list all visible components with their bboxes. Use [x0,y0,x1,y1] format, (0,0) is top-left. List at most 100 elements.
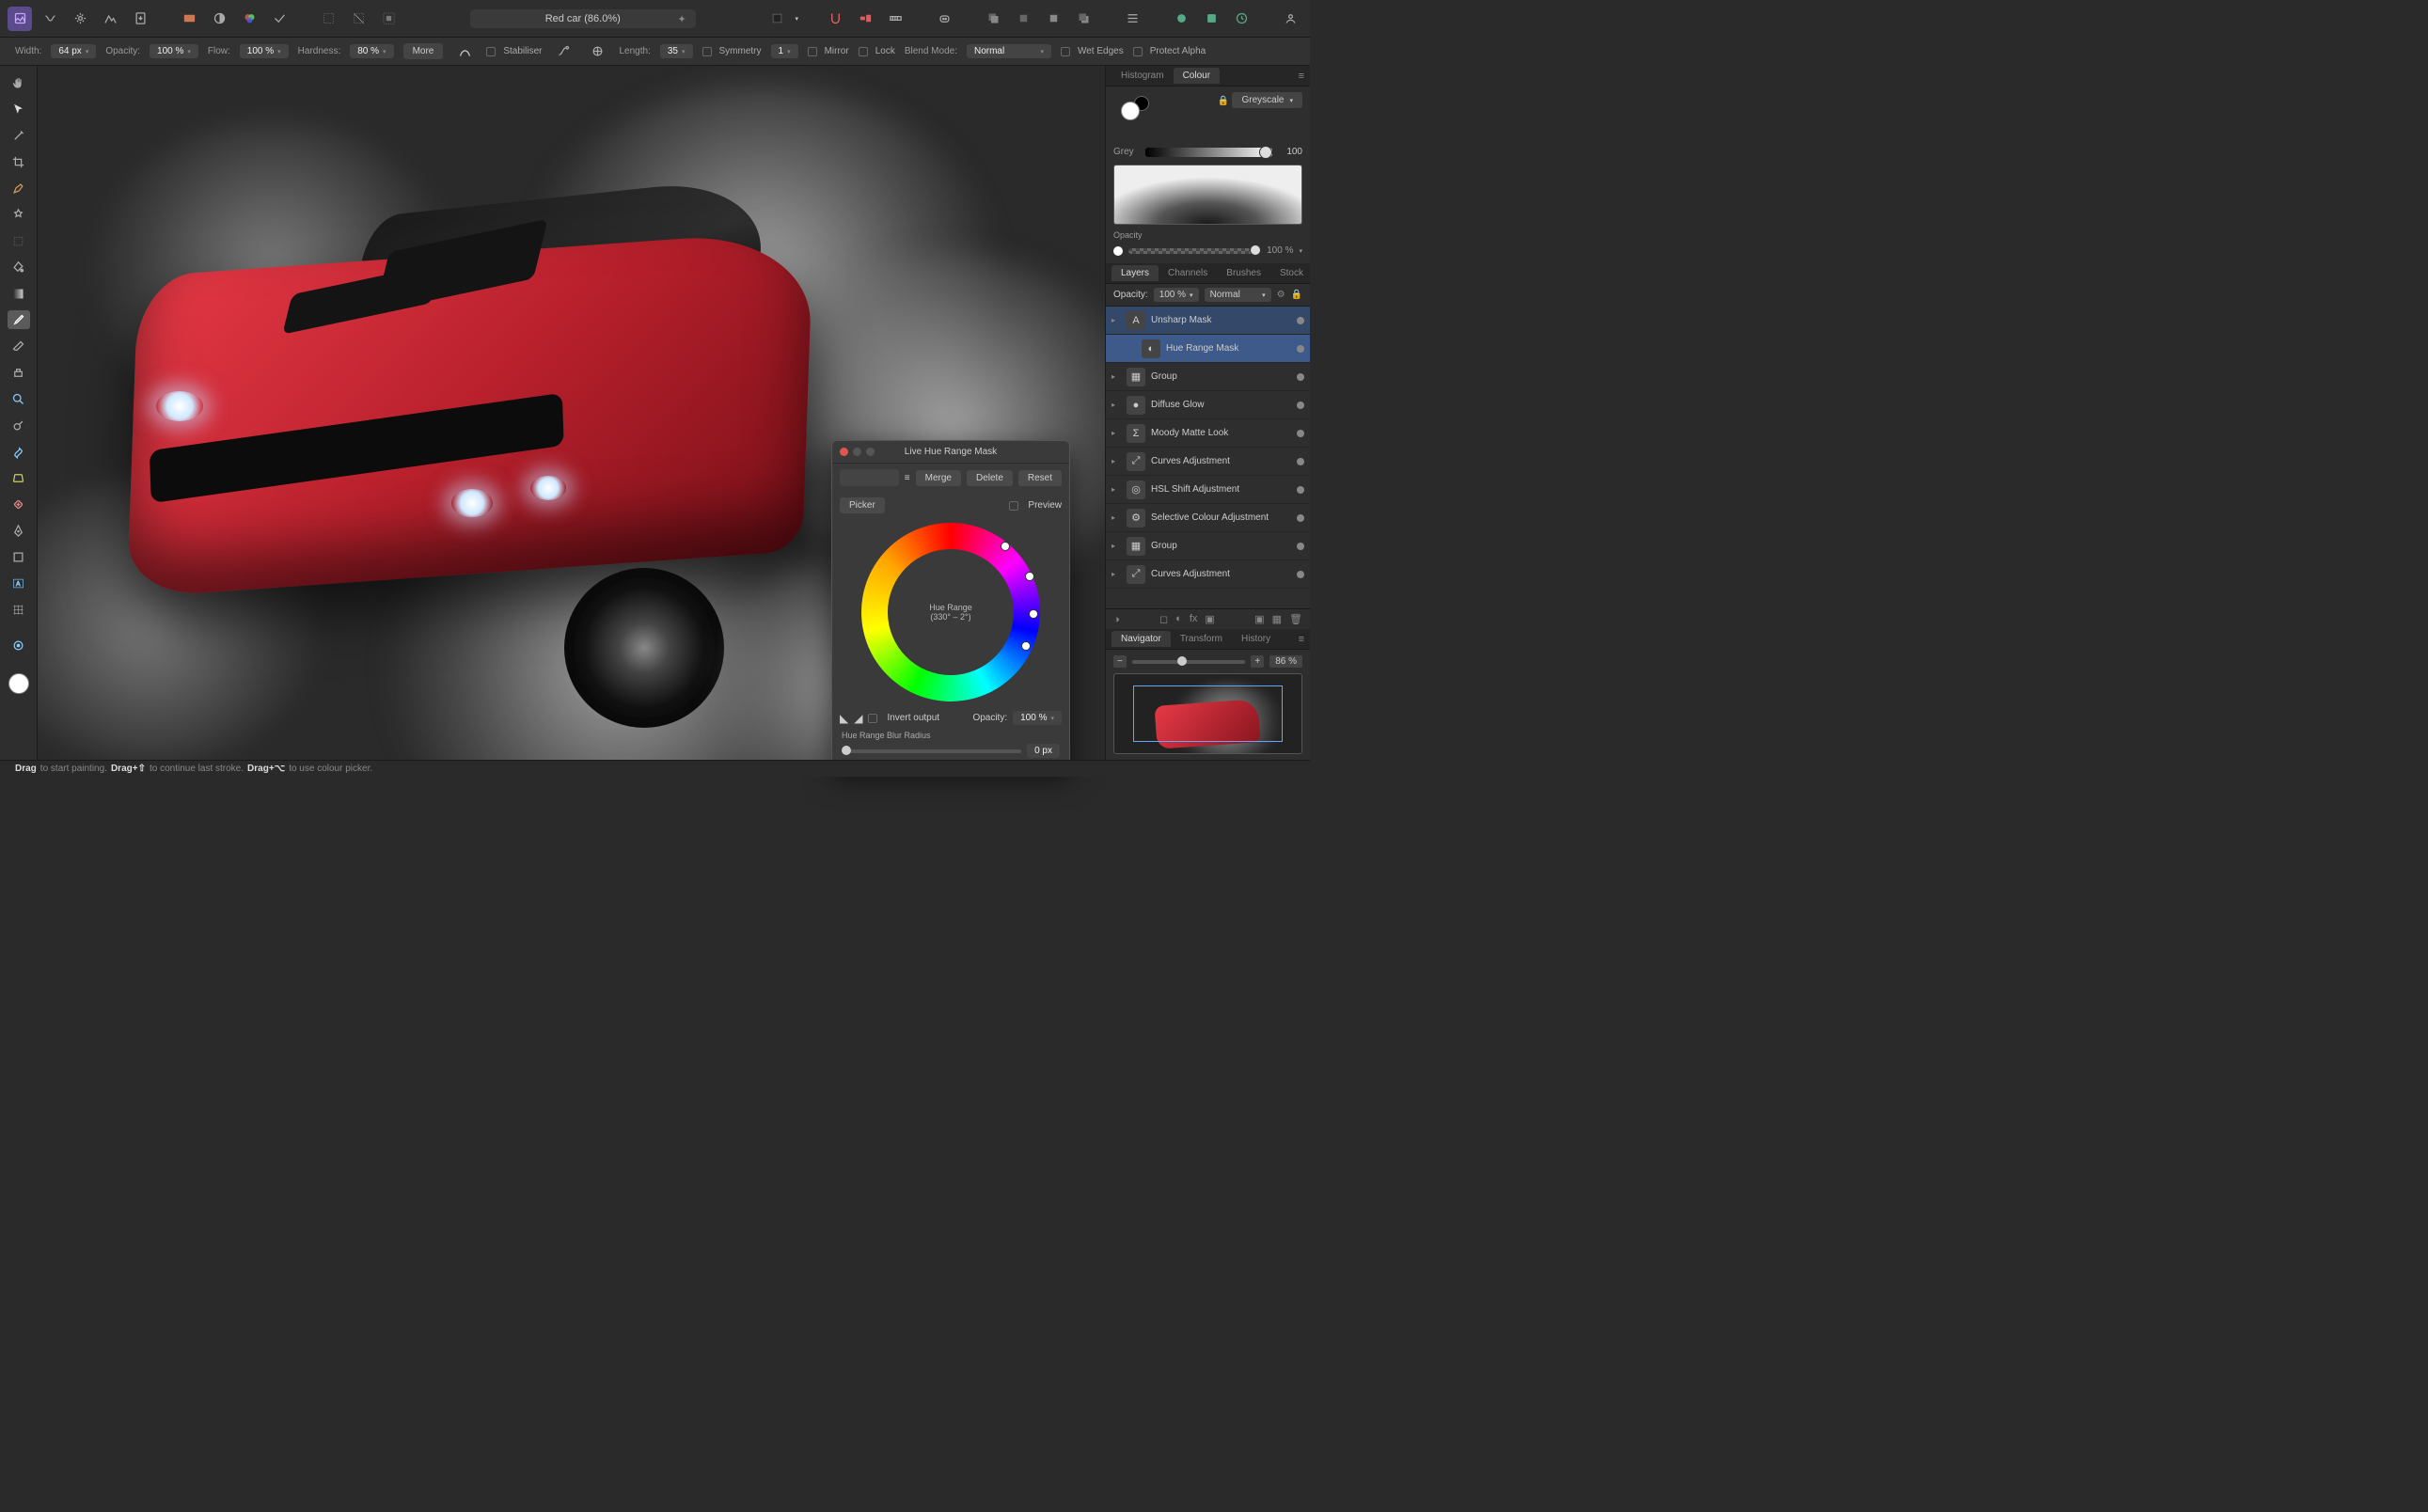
invert-checkbox[interactable] [868,714,877,723]
view-channels-icon[interactable] [237,7,261,31]
primary-colour[interactable] [1121,102,1140,120]
preview-checkbox[interactable] [1009,501,1018,511]
group-layer-icon[interactable]: ▣ [1254,613,1264,625]
layer-row[interactable]: ▸⤢Curves Adjustment [1106,448,1310,476]
tab-histogram[interactable]: Histogram [1112,68,1174,84]
shape-tool-icon[interactable] [8,547,30,566]
deselect-icon[interactable] [346,7,371,31]
zoom-in-button[interactable]: + [1251,655,1264,668]
dialog-titlebar[interactable]: Live Hue Range Mask [832,441,1069,464]
move-tool-icon[interactable] [8,100,30,118]
bg-chevron-icon[interactable]: ▾ [795,15,798,23]
crop-layer-icon[interactable]: ▣ [1205,613,1214,625]
expand-arrow-icon[interactable]: ▸ [1112,457,1121,465]
blur-radius-value[interactable]: 0 px [1027,744,1060,758]
hand-tool-icon[interactable] [8,73,30,92]
layer-row[interactable]: ▸▦Group [1106,532,1310,560]
tab-layers[interactable]: Layers [1112,265,1159,281]
zoom-out-button[interactable]: − [1113,655,1127,668]
layer-row[interactable]: ▸⚙Selective Colour Adjustment [1106,504,1310,532]
paint-brush-tool-icon[interactable] [8,310,30,329]
zoom-slider[interactable] [1132,660,1246,664]
rope-stabiliser-icon[interactable] [552,39,576,64]
expand-arrow-icon[interactable]: ▸ [1112,429,1121,437]
ruler-icon[interactable] [883,7,907,31]
tab-brushes[interactable]: Brushes [1217,265,1270,281]
persona-photo-icon[interactable] [8,7,32,31]
snap-icon[interactable] [823,7,847,31]
expand-arrow-icon[interactable]: ▸ [1112,401,1121,409]
mask-layer-icon[interactable]: ◻ [1159,613,1168,625]
resource-recent-icon[interactable] [1229,7,1253,31]
persona-liquify-icon[interactable] [38,7,62,31]
live-filter-icon[interactable]: ◑ [1113,614,1120,625]
persona-develop-icon[interactable] [68,7,92,31]
mirror-toggle[interactable]: Mirror [808,46,849,56]
opacity-field[interactable]: 100 %▾ [150,44,198,58]
invert-select-icon[interactable] [376,7,401,31]
symmetry-toggle[interactable]: Symmetry [702,46,762,56]
hue-handle[interactable] [1021,641,1031,651]
tab-channels[interactable]: Channels [1159,265,1217,281]
clone-tool-icon[interactable] [8,363,30,382]
layer-visibility-icon[interactable] [1297,458,1304,465]
layer-visibility-icon[interactable] [1297,430,1304,437]
background-toggle-icon[interactable] [765,7,789,31]
adjust-layer-icon[interactable]: ◐ [1175,613,1182,625]
fx-icon[interactable]: fx [1190,613,1198,625]
document-title[interactable]: Red car (86.0%) ✦ [470,9,696,28]
dialog-close-icon[interactable] [840,448,848,456]
select-all-icon[interactable] [316,7,340,31]
navigator-menu-icon[interactable]: ≡ [1299,634,1304,645]
arrange-backward-icon[interactable] [1011,7,1035,31]
account-icon[interactable] [1278,7,1302,31]
layer-row[interactable]: ▸⤢Curves Adjustment [1106,560,1310,589]
foreground-colour-swatch[interactable] [8,673,29,694]
arrange-back-icon[interactable] [981,7,1005,31]
zoom-value[interactable]: 86 % [1269,655,1302,668]
invert-right-icon[interactable]: ◢ [854,712,862,725]
layer-lock-icon[interactable]: 🔒 [1291,290,1302,300]
symmetry-field[interactable]: 1▾ [771,44,798,58]
force-pressure-icon[interactable] [452,39,477,64]
colour-panel-menu-icon[interactable]: ≡ [1299,71,1304,82]
perspective-tool-icon[interactable] [8,468,30,487]
colour-mode-dropdown[interactable]: Greyscale▾ [1232,92,1302,108]
add-layer-icon[interactable]: ▦ [1272,613,1282,625]
flood-select-icon[interactable] [8,205,30,224]
persona-export-icon[interactable] [128,7,152,31]
align-distribute-icon[interactable] [1120,7,1144,31]
expand-arrow-icon[interactable]: ▸ [1112,316,1121,324]
zoom-tool-icon[interactable] [8,389,30,408]
healing-tool-icon[interactable] [8,495,30,513]
width-field[interactable]: 64 px▾ [51,44,96,58]
resource-cloud-icon[interactable] [1169,7,1193,31]
expand-arrow-icon[interactable]: ▸ [1112,542,1121,550]
length-field[interactable]: 35▾ [660,44,693,58]
tab-transform[interactable]: Transform [1171,631,1232,647]
erase-tool-icon[interactable] [8,337,30,355]
layer-visibility-icon[interactable] [1297,317,1304,324]
layer-visibility-icon[interactable] [1297,402,1304,409]
quick-mask-icon[interactable] [8,636,30,654]
lock-icon[interactable]: 🔒 [1218,96,1229,106]
flow-field[interactable]: 100 %▾ [240,44,289,58]
view-mask-icon[interactable] [207,7,231,31]
crop-tool-icon[interactable] [8,152,30,171]
persona-tonemap-icon[interactable] [98,7,122,31]
layer-visibility-icon[interactable] [1297,571,1304,578]
hue-handle[interactable] [1029,609,1038,619]
selection-brush-icon[interactable] [8,179,30,197]
invert-left-icon[interactable]: ◣ [840,712,848,725]
resource-stock-icon[interactable] [1199,7,1223,31]
layer-row[interactable]: ▸AUnsharp Mask [1106,307,1310,335]
flood-fill-icon[interactable] [8,258,30,276]
layer-row[interactable]: ▸◎HSL Shift Adjustment [1106,476,1310,504]
grey-slider[interactable]: Grey 100 [1113,147,1302,157]
hue-wheel[interactable]: Hue Range (330° – 2°) [861,523,1040,701]
tab-navigator[interactable]: Navigator [1112,631,1171,647]
dialog-preset-dropdown[interactable] [840,469,899,486]
view-quick-mask-icon[interactable] [267,7,292,31]
pen-tool-icon[interactable] [8,521,30,540]
hardness-field[interactable]: 80 %▾ [350,44,393,58]
